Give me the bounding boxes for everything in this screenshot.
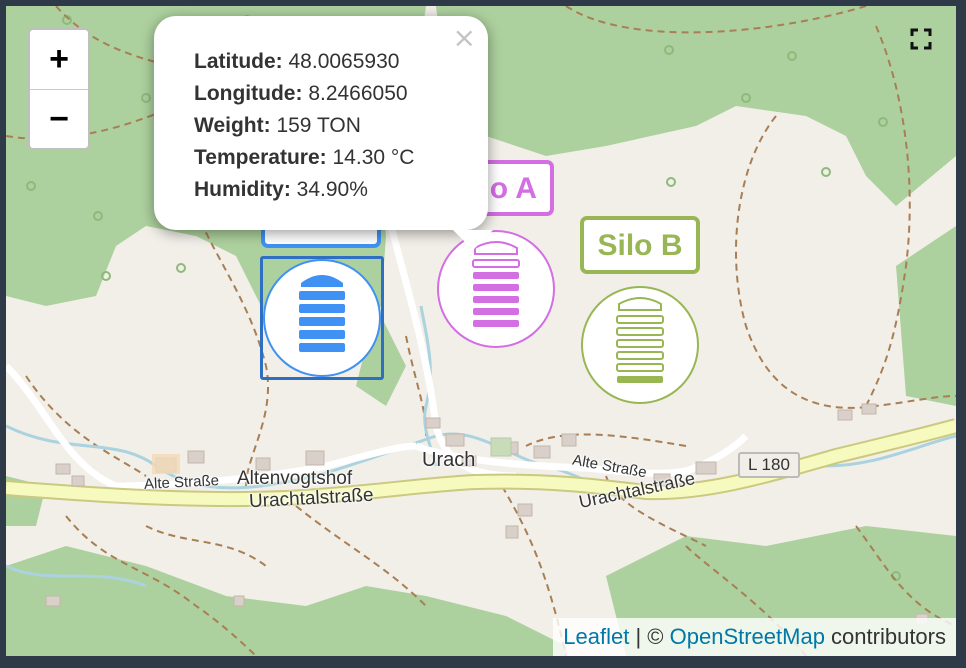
popup-row-longitude: Longitude: 8.2466050 (194, 82, 408, 105)
map-attribution: Leaflet | © OpenStreetMap contributors (553, 618, 956, 656)
leaflet-link[interactable]: Leaflet (563, 624, 629, 649)
zoom-in-button[interactable]: + (30, 30, 88, 90)
popup-content: Latitude: 48.0065930 Longitude: 8.246605… (194, 46, 414, 206)
fullscreen-icon[interactable] (906, 24, 936, 54)
silo-b-label[interactable]: Silo B (580, 216, 700, 274)
road-shield-l180: L 180 (738, 452, 800, 478)
popup-close-button[interactable]: × (453, 22, 476, 54)
zoom-control: + − (28, 28, 90, 150)
selected-silo-icon[interactable] (261, 257, 383, 379)
silo-b-icon[interactable] (579, 284, 701, 406)
silo-b-bars (616, 297, 664, 383)
silo-a-bars (472, 241, 520, 327)
openstreetmap-link[interactable]: OpenStreetMap (670, 624, 825, 649)
silo-info-popup: × Latitude: 48.0065930 Longitude: 8.2466… (154, 16, 493, 250)
popup-row-temperature: Temperature: 14.30 °C (194, 146, 415, 169)
popup-tip (453, 230, 493, 250)
popup-row-latitude: Latitude: 48.0065930 (194, 50, 400, 73)
map-container[interactable]: Altenvogtshof Urach Urachtalstraße Urach… (6, 6, 956, 656)
popup-row-humidity: Humidity: 34.90% (194, 178, 368, 201)
zoom-out-button[interactable]: − (30, 90, 88, 149)
place-label-urach: Urach (422, 449, 476, 471)
popup-row-weight: Weight: 159 TON (194, 114, 361, 137)
